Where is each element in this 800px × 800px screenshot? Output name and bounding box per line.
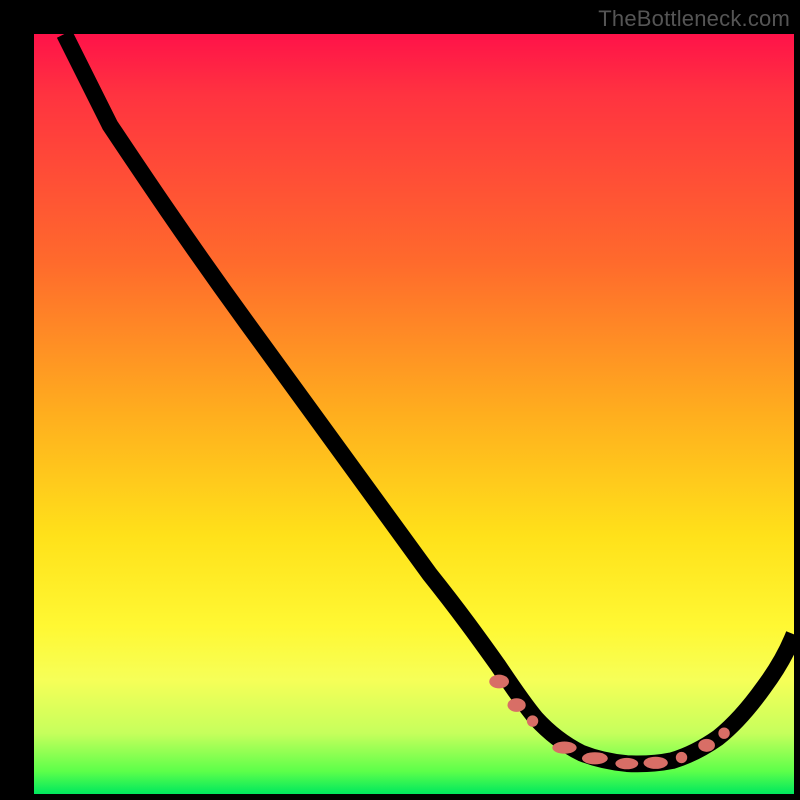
watermark-text: TheBottleneck.com	[598, 6, 790, 32]
marker-dot	[552, 742, 576, 754]
bottleneck-curve	[64, 34, 794, 764]
marker-dot	[676, 752, 687, 763]
marker-dot	[507, 698, 525, 712]
marker-dot	[582, 752, 608, 764]
marker-dot	[698, 739, 715, 752]
marker-dot	[527, 715, 538, 726]
marker-dot	[718, 728, 729, 739]
plot-area	[34, 34, 794, 794]
curve-svg	[34, 34, 794, 794]
marker-dot	[489, 675, 509, 689]
marker-dot	[644, 757, 668, 769]
marker-dot	[615, 758, 638, 769]
chart-frame: TheBottleneck.com	[0, 0, 800, 800]
